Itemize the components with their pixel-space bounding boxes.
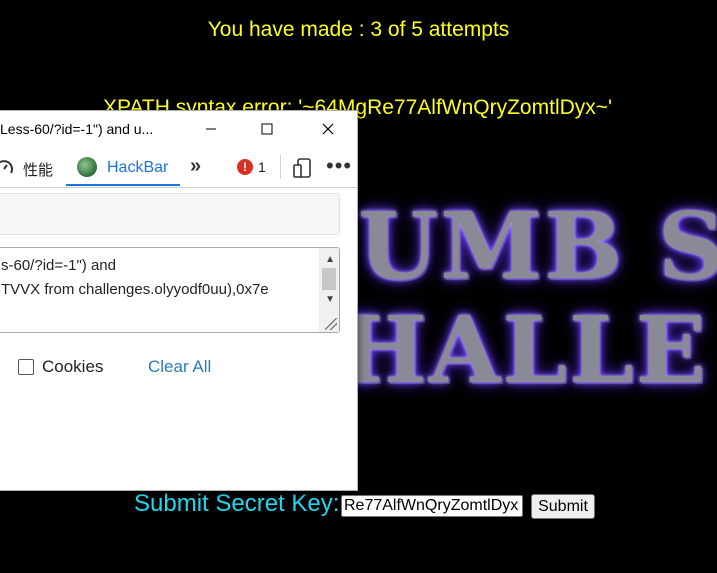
close-button[interactable] (305, 111, 351, 147)
devtools-titlebar[interactable]: Less-60/?id=-1") and u... (0, 111, 357, 147)
more-tabs-chevron-icon[interactable]: » (190, 155, 201, 178)
banner-line-2: HALLE (340, 296, 708, 404)
challenge-banner: UMB S HALLE (340, 192, 717, 422)
more-options-icon[interactable]: ••• (326, 153, 352, 179)
error-icon[interactable]: ! (237, 159, 253, 175)
attempts-counter: You have made : 3 of 5 attempts (207, 18, 510, 41)
hackbar-icon (77, 157, 97, 177)
close-icon (322, 123, 334, 135)
active-tab-indicator (66, 184, 180, 186)
minimize-icon (206, 128, 216, 130)
device-toggle-icon[interactable] (292, 157, 314, 179)
tab-hackbar[interactable]: HackBar (107, 159, 168, 177)
secret-key-input[interactable] (341, 495, 523, 517)
submit-secret-key-label: Submit Secret Key: (134, 490, 340, 517)
banner-line-1: UMB S (358, 192, 717, 300)
scroll-up-arrow-icon[interactable]: ▲ (325, 254, 335, 265)
hackbar-url-input[interactable] (0, 193, 340, 235)
scroll-down-arrow-icon[interactable]: ▼ (325, 294, 335, 305)
post-data-line-1: s-60/?id=-1") and (1, 257, 116, 274)
devtools-title: Less-60/?id=-1") and u... (0, 121, 154, 137)
tab-performance[interactable]: 性能 (23, 159, 53, 180)
cookies-label: Cookies (42, 357, 104, 376)
error-count[interactable]: 1 (258, 159, 266, 175)
cookies-checkbox[interactable] (18, 359, 34, 375)
toolbar-divider (280, 155, 281, 179)
performance-icon (0, 160, 13, 174)
clear-all-link[interactable]: Clear All (148, 357, 211, 377)
post-data-line-2: TVVX from challenges.olyyodf0uu),0x7e (1, 281, 269, 298)
submit-button[interactable]: Submit (531, 494, 595, 519)
devtools-tab-bar: 性能 HackBar » ! 1 ••• (0, 147, 357, 188)
maximize-icon (261, 123, 273, 135)
maximize-button[interactable] (244, 111, 290, 147)
scroll-thumb[interactable] (322, 268, 336, 290)
minimize-button[interactable] (188, 111, 234, 147)
resize-grip-icon[interactable] (325, 318, 337, 330)
hackbar-post-textarea[interactable]: s-60/?id=-1") and TVVX from challenges.o… (0, 247, 340, 333)
devtools-window: Less-60/?id=-1") and u... 性能 HackBar » !… (0, 110, 358, 491)
